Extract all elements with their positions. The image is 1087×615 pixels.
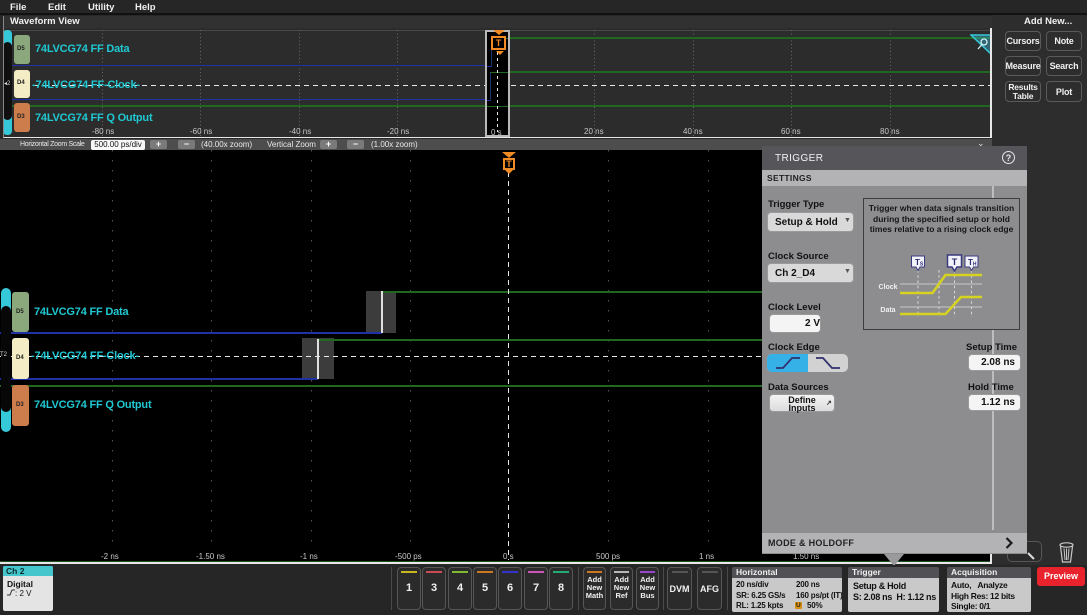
svg-text:Clock: Clock: [878, 284, 897, 291]
svg-text:Data: Data: [880, 307, 895, 314]
svg-text:T: T: [952, 257, 958, 267]
